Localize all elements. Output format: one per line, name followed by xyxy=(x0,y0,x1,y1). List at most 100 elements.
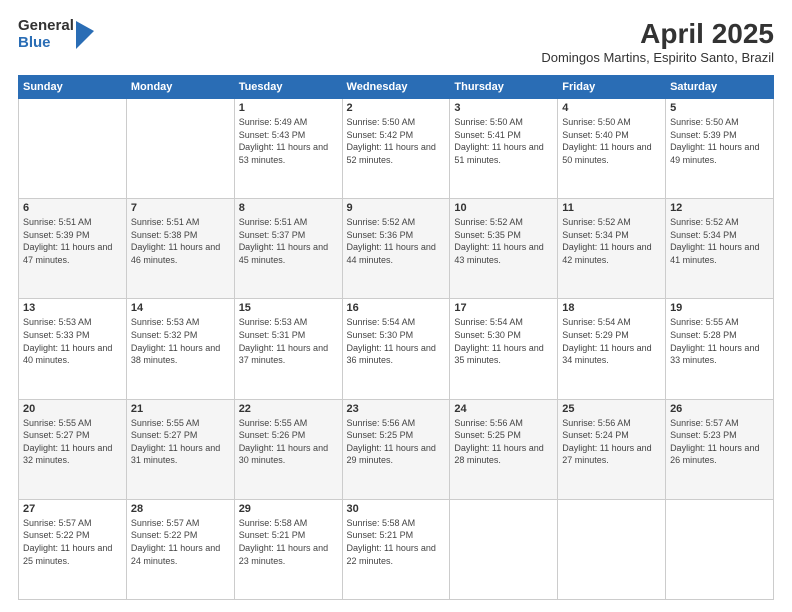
weekday-header: Tuesday xyxy=(234,76,342,99)
day-info: Sunrise: 5:57 AMSunset: 5:22 PMDaylight:… xyxy=(131,517,230,567)
calendar-cell: 16 Sunrise: 5:54 AMSunset: 5:30 PMDayligh… xyxy=(342,299,450,399)
calendar-cell: 6 Sunrise: 5:51 AMSunset: 5:39 PMDaylight… xyxy=(19,199,127,299)
calendar-cell: 14 Sunrise: 5:53 AMSunset: 5:32 PMDayligh… xyxy=(126,299,234,399)
calendar-cell: 1 Sunrise: 5:49 AMSunset: 5:43 PMDaylight… xyxy=(234,99,342,199)
calendar-week-row: 13 Sunrise: 5:53 AMSunset: 5:33 PMDayligh… xyxy=(19,299,774,399)
logo-blue: Blue xyxy=(18,35,74,52)
day-info: Sunrise: 5:49 AMSunset: 5:43 PMDaylight:… xyxy=(239,116,338,166)
day-info: Sunrise: 5:58 AMSunset: 5:21 PMDaylight:… xyxy=(347,517,446,567)
day-info: Sunrise: 5:58 AMSunset: 5:21 PMDaylight:… xyxy=(239,517,338,567)
weekday-header: Friday xyxy=(558,76,666,99)
calendar-cell: 10Sunrise: 5:52 AMSunset: 5:35 PMDayligh… xyxy=(450,199,558,299)
day-number: 23 xyxy=(347,403,446,415)
day-number: 19 xyxy=(670,302,769,314)
day-number: 27 xyxy=(23,503,122,515)
weekday-header-row: SundayMondayTuesdayWednesdayThursdayFrid… xyxy=(19,76,774,99)
day-number: 26 xyxy=(670,403,769,415)
day-number: 5 xyxy=(670,102,769,114)
day-info: Sunrise: 5:55 AMSunset: 5:27 PMDaylight:… xyxy=(131,417,230,467)
day-number: 2 xyxy=(347,102,446,114)
calendar-cell: 29Sunrise: 5:58 AMSunset: 5:21 PMDayligh… xyxy=(234,499,342,599)
day-info: Sunrise: 5:55 AMSunset: 5:26 PMDaylight:… xyxy=(239,417,338,467)
weekday-header: Saturday xyxy=(666,76,774,99)
calendar-cell: 20Sunrise: 5:55 AMSunset: 5:27 PMDayligh… xyxy=(19,399,127,499)
day-info: Sunrise: 5:54 AMSunset: 5:30 PMDaylight:… xyxy=(454,316,553,366)
day-info: Sunrise: 5:56 AMSunset: 5:24 PMDaylight:… xyxy=(562,417,661,467)
header: General Blue April 2025 Domingos Martins… xyxy=(18,18,774,65)
calendar-week-row: 1 Sunrise: 5:49 AMSunset: 5:43 PMDaylight… xyxy=(19,99,774,199)
day-number: 7 xyxy=(131,202,230,214)
calendar-cell: 18Sunrise: 5:54 AMSunset: 5:29 PMDayligh… xyxy=(558,299,666,399)
day-number: 22 xyxy=(239,403,338,415)
calendar-cell xyxy=(558,499,666,599)
calendar-cell: 11Sunrise: 5:52 AMSunset: 5:34 PMDayligh… xyxy=(558,199,666,299)
day-number: 12 xyxy=(670,202,769,214)
weekday-header: Monday xyxy=(126,76,234,99)
day-info: Sunrise: 5:51 AMSunset: 5:37 PMDaylight:… xyxy=(239,216,338,266)
day-number: 15 xyxy=(239,302,338,314)
day-info: Sunrise: 5:50 AMSunset: 5:40 PMDaylight:… xyxy=(562,116,661,166)
day-number: 11 xyxy=(562,202,661,214)
logo: General Blue xyxy=(18,18,94,51)
day-number: 21 xyxy=(131,403,230,415)
month-title: April 2025 xyxy=(541,18,774,50)
calendar-cell: 21 Sunrise: 5:55 AMSunset: 5:27 PMDayligh… xyxy=(126,399,234,499)
day-info: Sunrise: 5:56 AMSunset: 5:25 PMDaylight:… xyxy=(347,417,446,467)
day-number: 14 xyxy=(131,302,230,314)
day-info: Sunrise: 5:50 AMSunset: 5:39 PMDaylight:… xyxy=(670,116,769,166)
day-number: 4 xyxy=(562,102,661,114)
weekday-header: Wednesday xyxy=(342,76,450,99)
day-number: 16 xyxy=(347,302,446,314)
calendar-cell: 9 Sunrise: 5:52 AMSunset: 5:36 PMDaylight… xyxy=(342,199,450,299)
calendar-cell: 26 Sunrise: 5:57 AMSunset: 5:23 PMDayligh… xyxy=(666,399,774,499)
logo-general: General xyxy=(18,18,74,35)
calendar-cell: 17Sunrise: 5:54 AMSunset: 5:30 PMDayligh… xyxy=(450,299,558,399)
day-info: Sunrise: 5:53 AMSunset: 5:31 PMDaylight:… xyxy=(239,316,338,366)
day-info: Sunrise: 5:53 AMSunset: 5:33 PMDaylight:… xyxy=(23,316,122,366)
day-info: Sunrise: 5:57 AMSunset: 5:23 PMDaylight:… xyxy=(670,417,769,467)
calendar-cell: 27 Sunrise: 5:57 AMSunset: 5:22 PMDayligh… xyxy=(19,499,127,599)
calendar-cell: 4 Sunrise: 5:50 AMSunset: 5:40 PMDaylight… xyxy=(558,99,666,199)
calendar-cell: 12Sunrise: 5:52 AMSunset: 5:34 PMDayligh… xyxy=(666,199,774,299)
day-info: Sunrise: 5:55 AMSunset: 5:28 PMDaylight:… xyxy=(670,316,769,366)
day-number: 8 xyxy=(239,202,338,214)
day-info: Sunrise: 5:50 AMSunset: 5:42 PMDaylight:… xyxy=(347,116,446,166)
calendar-cell: 5 Sunrise: 5:50 AMSunset: 5:39 PMDaylight… xyxy=(666,99,774,199)
calendar-cell: 15 Sunrise: 5:53 AMSunset: 5:31 PMDayligh… xyxy=(234,299,342,399)
logo-text: General Blue xyxy=(18,18,74,51)
day-number: 9 xyxy=(347,202,446,214)
calendar-cell: 8 Sunrise: 5:51 AMSunset: 5:37 PMDaylight… xyxy=(234,199,342,299)
calendar-cell xyxy=(19,99,127,199)
day-info: Sunrise: 5:53 AMSunset: 5:32 PMDaylight:… xyxy=(131,316,230,366)
day-number: 24 xyxy=(454,403,553,415)
calendar-cell xyxy=(666,499,774,599)
calendar-cell: 28 Sunrise: 5:57 AMSunset: 5:22 PMDayligh… xyxy=(126,499,234,599)
day-info: Sunrise: 5:51 AMSunset: 5:38 PMDaylight:… xyxy=(131,216,230,266)
day-number: 28 xyxy=(131,503,230,515)
day-info: Sunrise: 5:57 AMSunset: 5:22 PMDaylight:… xyxy=(23,517,122,567)
day-info: Sunrise: 5:52 AMSunset: 5:36 PMDaylight:… xyxy=(347,216,446,266)
weekday-header: Thursday xyxy=(450,76,558,99)
day-number: 30 xyxy=(347,503,446,515)
page: General Blue April 2025 Domingos Martins… xyxy=(0,0,792,612)
calendar-cell: 24Sunrise: 5:56 AMSunset: 5:25 PMDayligh… xyxy=(450,399,558,499)
calendar-week-row: 6 Sunrise: 5:51 AMSunset: 5:39 PMDaylight… xyxy=(19,199,774,299)
day-info: Sunrise: 5:52 AMSunset: 5:35 PMDaylight:… xyxy=(454,216,553,266)
calendar-week-row: 20Sunrise: 5:55 AMSunset: 5:27 PMDayligh… xyxy=(19,399,774,499)
day-number: 18 xyxy=(562,302,661,314)
day-info: Sunrise: 5:50 AMSunset: 5:41 PMDaylight:… xyxy=(454,116,553,166)
day-number: 25 xyxy=(562,403,661,415)
calendar-cell: 2 Sunrise: 5:50 AMSunset: 5:42 PMDaylight… xyxy=(342,99,450,199)
day-number: 13 xyxy=(23,302,122,314)
calendar-cell: 3Sunrise: 5:50 AMSunset: 5:41 PMDaylight… xyxy=(450,99,558,199)
day-number: 6 xyxy=(23,202,122,214)
day-info: Sunrise: 5:51 AMSunset: 5:39 PMDaylight:… xyxy=(23,216,122,266)
day-number: 1 xyxy=(239,102,338,114)
calendar-week-row: 27 Sunrise: 5:57 AMSunset: 5:22 PMDayligh… xyxy=(19,499,774,599)
day-info: Sunrise: 5:54 AMSunset: 5:30 PMDaylight:… xyxy=(347,316,446,366)
weekday-header: Sunday xyxy=(19,76,127,99)
day-info: Sunrise: 5:55 AMSunset: 5:27 PMDaylight:… xyxy=(23,417,122,467)
calendar-cell: 25 Sunrise: 5:56 AMSunset: 5:24 PMDayligh… xyxy=(558,399,666,499)
subtitle: Domingos Martins, Espirito Santo, Brazil xyxy=(541,50,774,65)
calendar-cell: 13 Sunrise: 5:53 AMSunset: 5:33 PMDayligh… xyxy=(19,299,127,399)
